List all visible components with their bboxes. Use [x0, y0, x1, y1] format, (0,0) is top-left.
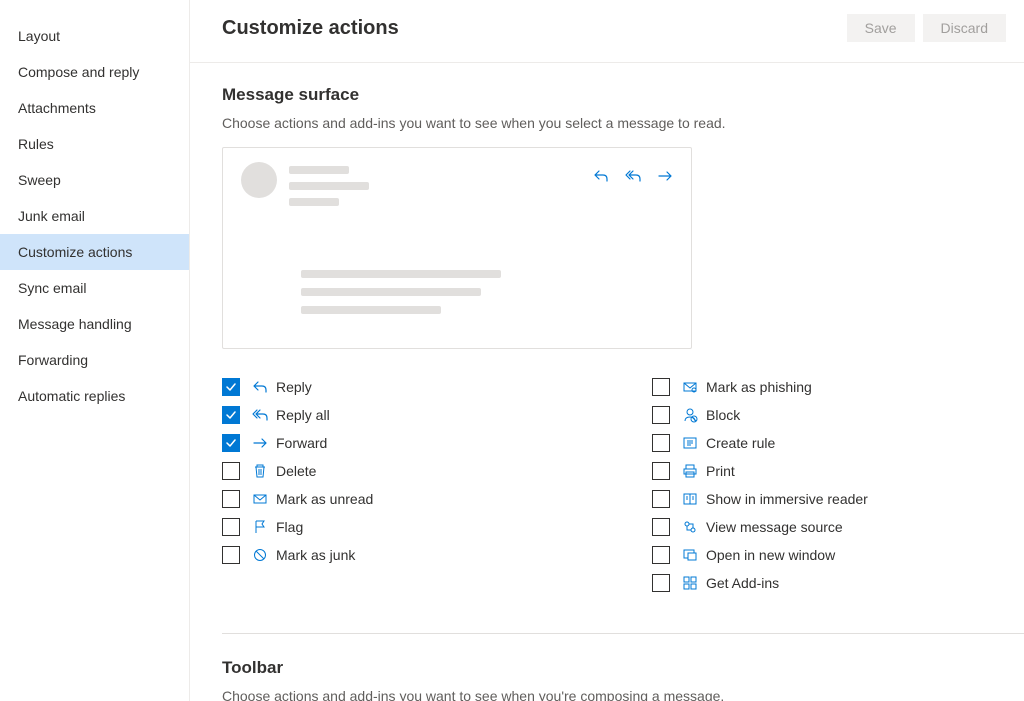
- forward-icon: [252, 435, 268, 451]
- source-icon: [682, 519, 698, 535]
- section-desc-toolbar: Choose actions and add-ins you want to s…: [222, 688, 1024, 701]
- action-row-create-rule: Create rule: [652, 429, 1024, 457]
- action-label: Forward: [276, 435, 327, 451]
- sidebar-item-compose-and-reply[interactable]: Compose and reply: [0, 54, 189, 90]
- message-preview-card: [222, 147, 692, 349]
- window-icon: [682, 547, 698, 563]
- action-label: Mark as junk: [276, 547, 355, 563]
- settings-sidebar: LayoutCompose and replyAttachmentsRulesS…: [0, 0, 190, 701]
- action-label: Open in new window: [706, 547, 835, 563]
- action-label: Delete: [276, 463, 316, 479]
- checkbox-mark-as-phishing[interactable]: [652, 378, 670, 396]
- action-row-view-message-source: View message source: [652, 513, 1024, 541]
- action-row-delete: Delete: [222, 457, 612, 485]
- reply-icon: [252, 379, 268, 395]
- actions-column-right: Mark as phishing Block Create rule Print Sho…: [652, 373, 1024, 597]
- save-button[interactable]: Save: [847, 14, 915, 42]
- sidebar-item-sweep[interactable]: Sweep: [0, 162, 189, 198]
- header: Customize actions Save Discard: [190, 0, 1024, 63]
- action-row-get-add-ins: Get Add-ins: [652, 569, 1024, 597]
- flag-icon: [252, 519, 268, 535]
- checkbox-show-in-immersive-reader[interactable]: [652, 490, 670, 508]
- actions-column-left: Reply Reply all Forward Delete Mark as unrea…: [222, 373, 612, 597]
- print-icon: [682, 463, 698, 479]
- action-label: Print: [706, 463, 735, 479]
- sidebar-item-attachments[interactable]: Attachments: [0, 90, 189, 126]
- section-desc-message-surface: Choose actions and add-ins you want to s…: [222, 115, 1024, 131]
- junk-icon: [252, 547, 268, 563]
- avatar-placeholder: [241, 162, 277, 198]
- delete-icon: [252, 463, 268, 479]
- action-row-flag: Flag: [222, 513, 612, 541]
- action-row-mark-as-phishing: Mark as phishing: [652, 373, 1024, 401]
- action-row-show-in-immersive-reader: Show in immersive reader: [652, 485, 1024, 513]
- action-row-print: Print: [652, 457, 1024, 485]
- discard-button[interactable]: Discard: [923, 14, 1006, 42]
- sidebar-item-message-handling[interactable]: Message handling: [0, 306, 189, 342]
- sidebar-item-layout[interactable]: Layout: [0, 18, 189, 54]
- addins-icon: [682, 575, 698, 591]
- sidebar-item-rules[interactable]: Rules: [0, 126, 189, 162]
- action-row-reply-all: Reply all: [222, 401, 612, 429]
- sidebar-item-forwarding[interactable]: Forwarding: [0, 342, 189, 378]
- page-title: Customize actions: [222, 17, 399, 40]
- checkbox-forward[interactable]: [222, 434, 240, 452]
- block-icon: [682, 407, 698, 423]
- checkbox-reply-all[interactable]: [222, 406, 240, 424]
- close-button[interactable]: [1018, 12, 1024, 44]
- checkbox-print[interactable]: [652, 462, 670, 480]
- action-row-mark-as-junk: Mark as junk: [222, 541, 612, 569]
- sidebar-item-customize-actions[interactable]: Customize actions: [0, 234, 189, 270]
- sidebar-item-sync-email[interactable]: Sync email: [0, 270, 189, 306]
- action-row-open-in-new-window: Open in new window: [652, 541, 1024, 569]
- action-label: View message source: [706, 519, 843, 535]
- checkbox-block[interactable]: [652, 406, 670, 424]
- unread-icon: [252, 491, 268, 507]
- checkbox-get-add-ins[interactable]: [652, 574, 670, 592]
- action-label: Get Add-ins: [706, 575, 779, 591]
- action-row-mark-as-unread: Mark as unread: [222, 485, 612, 513]
- section-divider: [222, 633, 1024, 634]
- checkbox-delete[interactable]: [222, 462, 240, 480]
- checkbox-mark-as-junk[interactable]: [222, 546, 240, 564]
- checkbox-flag[interactable]: [222, 518, 240, 536]
- content-area: Message surface Choose actions and add-i…: [190, 63, 1024, 701]
- action-row-reply: Reply: [222, 373, 612, 401]
- action-label: Block: [706, 407, 740, 423]
- sidebar-item-junk-email[interactable]: Junk email: [0, 198, 189, 234]
- phishing-icon: [682, 379, 698, 395]
- replyall-icon: [252, 407, 268, 423]
- action-label: Flag: [276, 519, 303, 535]
- reply-icon: [593, 168, 609, 184]
- section-title-toolbar: Toolbar: [222, 658, 1024, 678]
- action-label: Reply: [276, 379, 312, 395]
- checkbox-open-in-new-window[interactable]: [652, 546, 670, 564]
- action-label: Reply all: [276, 407, 330, 423]
- checkbox-view-message-source[interactable]: [652, 518, 670, 536]
- reader-icon: [682, 491, 698, 507]
- action-row-block: Block: [652, 401, 1024, 429]
- action-label: Mark as phishing: [706, 379, 812, 395]
- checkbox-create-rule[interactable]: [652, 434, 670, 452]
- action-label: Create rule: [706, 435, 775, 451]
- action-label: Mark as unread: [276, 491, 373, 507]
- checkbox-mark-as-unread[interactable]: [222, 490, 240, 508]
- section-title-message-surface: Message surface: [222, 85, 1024, 105]
- sidebar-item-automatic-replies[interactable]: Automatic replies: [0, 378, 189, 414]
- forward-icon: [657, 168, 673, 184]
- reply-all-icon: [625, 168, 641, 184]
- action-row-forward: Forward: [222, 429, 612, 457]
- rule-icon: [682, 435, 698, 451]
- checkbox-reply[interactable]: [222, 378, 240, 396]
- action-label: Show in immersive reader: [706, 491, 868, 507]
